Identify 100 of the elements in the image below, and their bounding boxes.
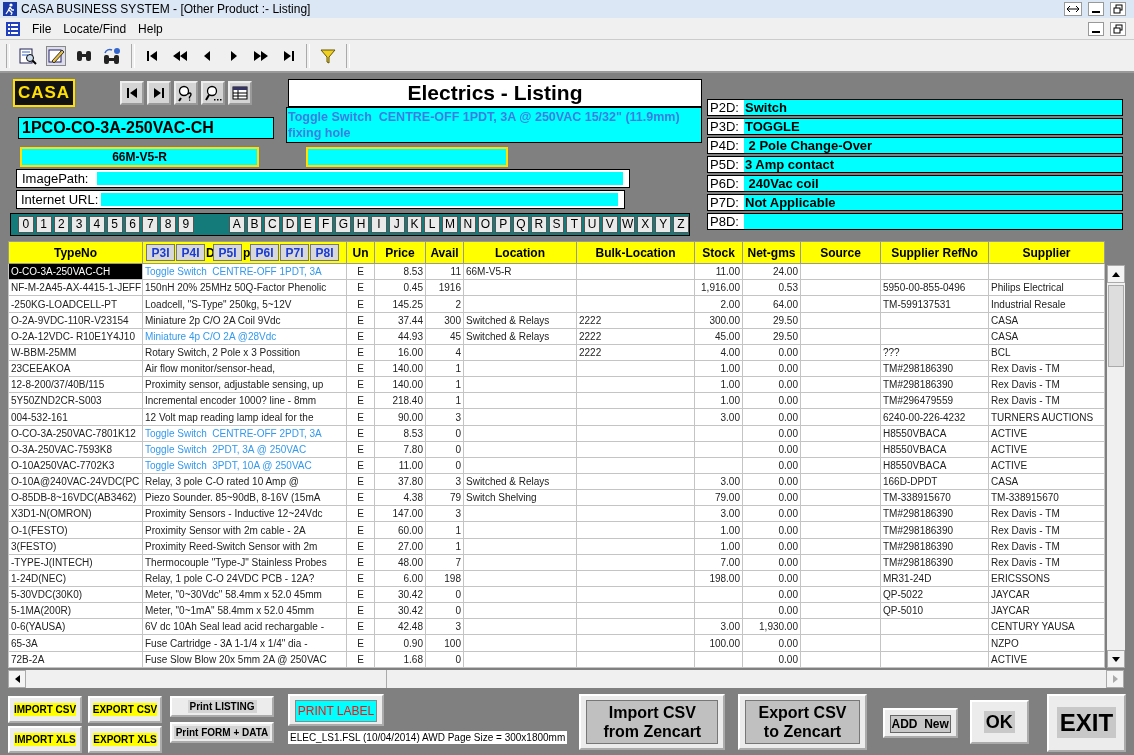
print-button[interactable]: Print FORM + DATA [170, 722, 274, 743]
list-icon[interactable] [6, 21, 20, 36]
scroll-thumb[interactable] [1108, 285, 1124, 367]
scroll-up-button[interactable] [1107, 265, 1125, 283]
index-key[interactable]: P [495, 216, 512, 233]
index-key[interactable]: 0 [18, 216, 34, 233]
minimize-icon[interactable] [1088, 21, 1104, 36]
exit-button[interactable]: EXIT [1047, 694, 1126, 752]
index-key[interactable]: T [566, 216, 583, 233]
index-key[interactable]: 9 [177, 216, 194, 233]
menu-item[interactable]: Help [138, 21, 163, 36]
filter-icon[interactable] [319, 46, 337, 65]
index-key[interactable]: F [317, 216, 334, 233]
table-cell: Industrial Resale [988, 296, 1105, 313]
table-cell: Rex Davis - TM [988, 376, 1105, 393]
index-key[interactable]: B [246, 216, 263, 233]
table-button[interactable] [228, 81, 252, 105]
find-button[interactable] [174, 81, 198, 105]
index-key[interactable]: G [335, 216, 352, 233]
table-cell: Meter, "0~30Vdc" 58.4mm x 52.0 45mm [142, 586, 347, 603]
property-field[interactable]: P8D: [707, 213, 1123, 230]
menu-item[interactable]: Locate/Find [63, 21, 127, 36]
property-field[interactable]: P5D: 3 Amp contact [707, 156, 1123, 173]
minimize-icon[interactable] [1088, 2, 1104, 16]
property-field[interactable]: P4D: 2 Pole Change-Over [707, 137, 1123, 154]
property-field[interactable]: P7D: Not Applicable [707, 194, 1123, 211]
action-button[interactable]: IMPORT CSV [8, 696, 82, 723]
binoculars-icon[interactable] [102, 46, 122, 65]
index-key[interactable]: 2 [53, 216, 70, 233]
print-button[interactable]: Print LISTING [170, 696, 274, 717]
column-button[interactable]: P6I [250, 244, 279, 262]
property-field[interactable]: P2D: Switch [707, 99, 1123, 116]
column-button[interactable]: P8I [310, 244, 339, 262]
menu-item[interactable]: File [32, 21, 52, 36]
index-key[interactable]: Y [655, 216, 671, 233]
index-key[interactable]: V [601, 216, 618, 233]
index-key[interactable]: 5 [106, 216, 123, 233]
column-header: TypeNo [8, 241, 143, 264]
index-key[interactable]: A [228, 216, 245, 233]
resize-icon[interactable] [1064, 2, 1082, 16]
column-button[interactable]: P5I [213, 244, 242, 262]
first-button[interactable] [120, 81, 144, 105]
index-key[interactable]: 3 [71, 216, 88, 233]
restore-icon[interactable] [1110, 2, 1126, 16]
action-button[interactable]: IMPORT XLS [8, 726, 82, 753]
index-key[interactable]: D [282, 216, 298, 233]
column-button[interactable]: P3I [146, 244, 175, 262]
scroll-left-button[interactable] [8, 670, 26, 688]
index-key[interactable]: L [424, 216, 441, 233]
property-field[interactable]: P3D: TOGGLE [707, 118, 1123, 135]
property-value: Not Applicable [744, 195, 836, 210]
zencart-button[interactable]: Import CSV from Zencart [579, 694, 726, 750]
zencart-button[interactable]: Export CSV to Zencart [738, 694, 867, 750]
horizontal-scrollbar[interactable] [8, 670, 1124, 688]
index-key[interactable]: X [637, 216, 654, 233]
property-field[interactable]: P6D: 240Vac coil [707, 175, 1123, 192]
ok-button[interactable]: OK [969, 700, 1029, 744]
index-key[interactable]: K [406, 216, 423, 233]
index-key[interactable]: C [264, 216, 281, 233]
column-button[interactable]: P7I [280, 244, 309, 262]
document-search-icon[interactable] [19, 46, 37, 65]
index-key[interactable]: U [584, 216, 600, 233]
input-field[interactable] [101, 193, 618, 206]
index-key[interactable]: E [299, 216, 316, 233]
index-key[interactable]: H [353, 216, 369, 233]
input-field[interactable] [97, 172, 623, 185]
column-button[interactable]: P4I [176, 244, 205, 262]
index-key[interactable]: R [530, 216, 547, 233]
location-field[interactable]: 66M-V5-R [20, 147, 259, 167]
index-key[interactable]: S [548, 216, 565, 233]
table-cell: Toggle Switch CENTRE-OFF 2PDT, 3A [142, 425, 347, 442]
table-cell: TM#298186390 [880, 505, 989, 522]
vertical-scrollbar[interactable] [1107, 265, 1125, 668]
index-key[interactable]: I [371, 216, 387, 233]
scroll-down-button[interactable] [1107, 650, 1125, 668]
index-key[interactable]: 6 [124, 216, 141, 233]
action-button[interactable]: EXPORT XLS [88, 726, 162, 753]
add-new-button[interactable]: ADD New [882, 708, 958, 738]
index-key[interactable]: N [459, 216, 476, 233]
edit-icon[interactable] [46, 45, 66, 66]
index-key[interactable]: 1 [35, 216, 52, 233]
last-button[interactable] [147, 81, 171, 105]
table-cell: 2 [425, 296, 464, 313]
index-key[interactable]: 8 [160, 216, 176, 233]
action-button[interactable]: EXPORT CSV [88, 696, 162, 723]
index-key[interactable]: J [388, 216, 405, 233]
search-button[interactable] [201, 81, 225, 105]
index-key[interactable]: Z [673, 216, 689, 233]
text-field[interactable] [306, 147, 508, 167]
restore-icon[interactable] [1110, 21, 1126, 36]
part-number-field[interactable]: 1PCO-CO-3A-250VAC-CH [18, 117, 274, 139]
index-key[interactable]: O [477, 216, 494, 233]
table-cell: 0.90 [374, 634, 426, 652]
index-key[interactable]: 4 [89, 216, 105, 233]
index-key[interactable]: 7 [142, 216, 159, 233]
index-key[interactable]: M [442, 216, 458, 233]
index-key[interactable]: W [619, 216, 636, 233]
table-cell: 0.00 [742, 360, 801, 377]
index-key[interactable]: Q [513, 216, 529, 233]
table-cell: 4 [425, 344, 464, 361]
